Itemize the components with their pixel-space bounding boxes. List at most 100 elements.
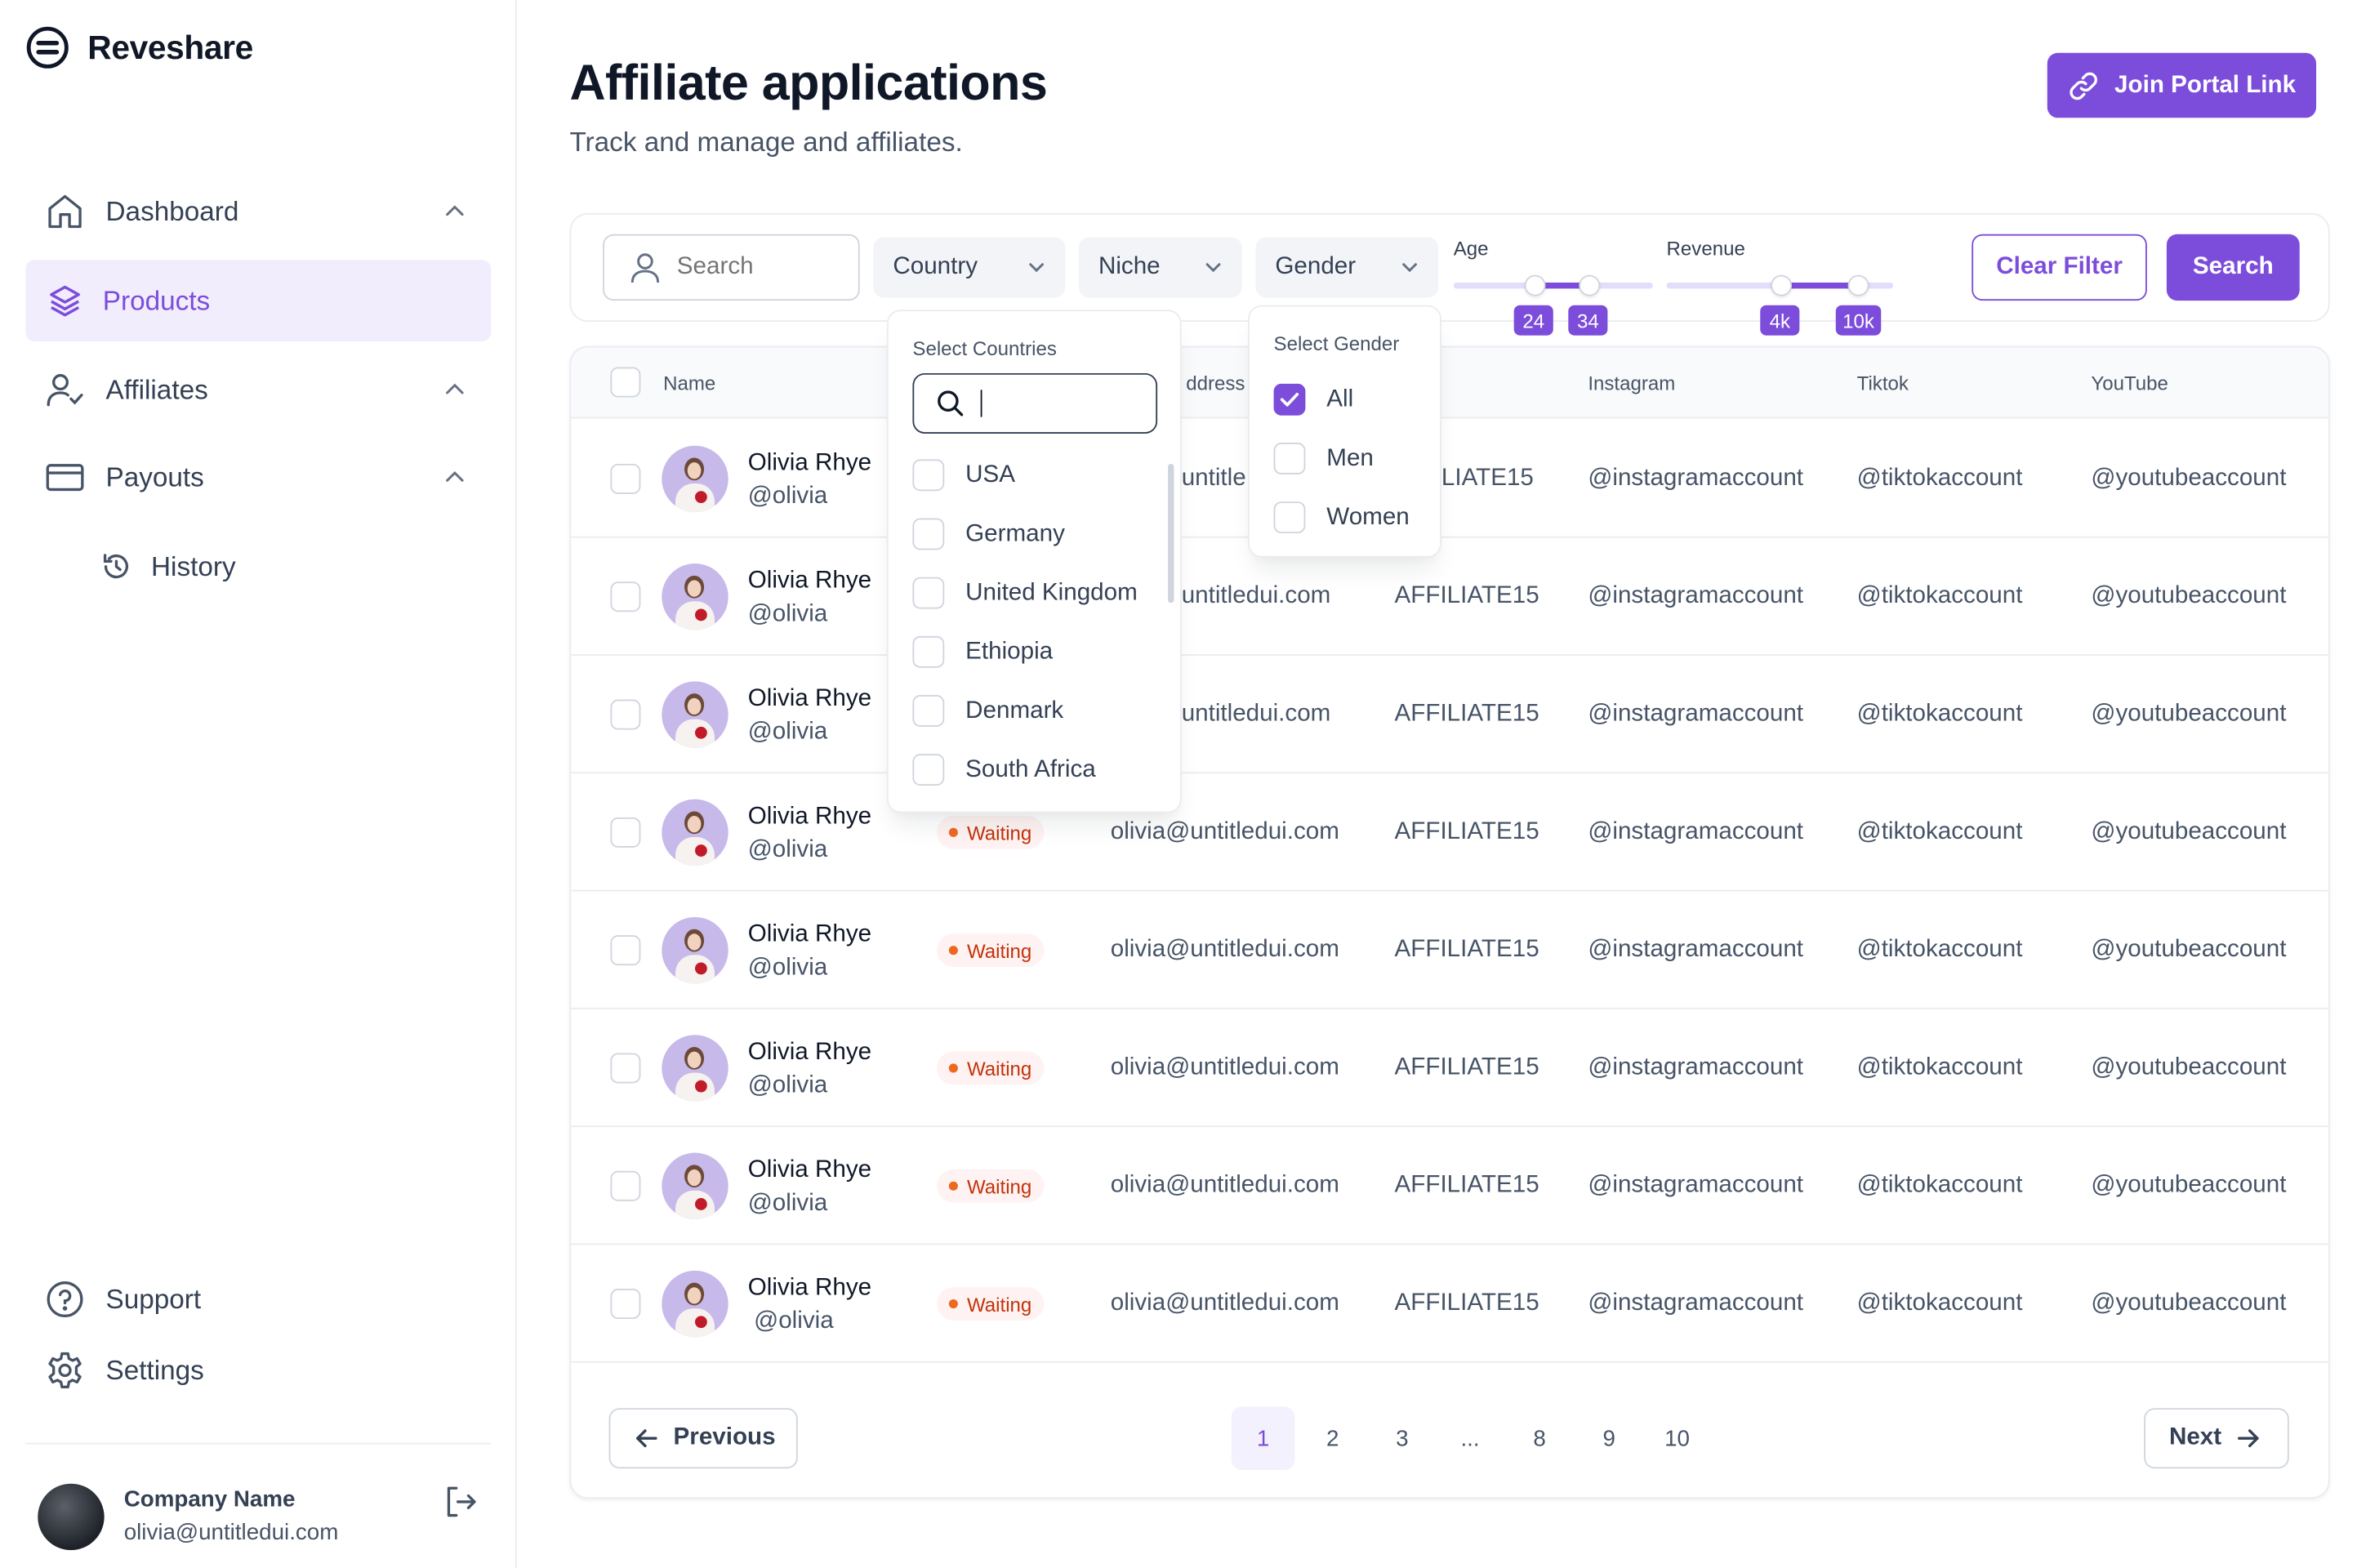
row-checkbox[interactable] xyxy=(610,817,641,848)
search-input[interactable] xyxy=(676,253,828,282)
country-option[interactable]: South Africa xyxy=(912,754,1096,786)
row-checkbox[interactable] xyxy=(610,1289,641,1320)
avatar[interactable] xyxy=(662,564,728,630)
country-option[interactable]: USA xyxy=(912,459,1015,492)
gender-select[interactable]: Gender xyxy=(1255,237,1439,298)
row-checkbox[interactable] xyxy=(610,463,641,494)
country-option[interactable]: Ethiopia xyxy=(912,635,1053,668)
nav-item-payouts[interactable]: Payouts xyxy=(25,437,491,519)
page-number-2[interactable]: 2 xyxy=(1301,1406,1365,1470)
revenue-max-handle[interactable] xyxy=(1847,274,1869,296)
country-checkbox[interactable] xyxy=(912,695,945,727)
page-number-3[interactable]: 3 xyxy=(1370,1406,1434,1470)
chevron-up-icon[interactable] xyxy=(443,199,467,224)
join-portal-link-button[interactable]: Join Portal Link xyxy=(2047,52,2317,118)
code-cell: LIATE15 xyxy=(1441,465,1534,492)
country-checkbox[interactable] xyxy=(912,459,945,492)
row-checkbox[interactable] xyxy=(610,699,641,730)
page-number-1[interactable]: 1 xyxy=(1231,1406,1295,1471)
table-row[interactable]: Olivia Rhye @olivia untitle LIATE15 @instagr… xyxy=(571,420,2328,538)
affiliate-name: Olivia Rhye xyxy=(747,568,872,595)
gender-select-label: Gender xyxy=(1275,253,1357,280)
company-avatar[interactable] xyxy=(38,1483,105,1551)
country-checkbox[interactable] xyxy=(912,577,945,609)
row-checkbox[interactable] xyxy=(610,1053,641,1084)
gender-option[interactable]: Men xyxy=(1273,443,1374,474)
avatar[interactable] xyxy=(662,799,728,866)
row-checkbox[interactable] xyxy=(610,1170,641,1201)
gear-icon xyxy=(46,1351,85,1390)
table-row[interactable]: Olivia Rhye @olivia Waiting olivia@untitled… xyxy=(571,1009,2328,1128)
page-number-10[interactable]: 10 xyxy=(1646,1406,1709,1470)
age-min-handle[interactable] xyxy=(1524,274,1546,296)
affiliate-handle: @olivia xyxy=(747,483,828,510)
logo[interactable]: Reveshare xyxy=(25,25,253,69)
table-row[interactable]: Olivia Rhye @olivia untitledui.com AFFILIAT… xyxy=(571,538,2328,656)
clear-filter-button[interactable]: Clear Filter xyxy=(1972,234,2147,301)
nav-label-affiliates: Affiliates xyxy=(105,373,208,404)
country-select[interactable]: Country xyxy=(873,237,1066,298)
country-option[interactable]: Denmark xyxy=(912,695,1063,727)
avatar[interactable] xyxy=(662,1270,728,1338)
row-checkbox[interactable] xyxy=(610,935,641,966)
avatar[interactable] xyxy=(662,1035,728,1102)
avatar[interactable] xyxy=(662,445,728,513)
logout-icon[interactable] xyxy=(443,1484,479,1520)
previous-page-button[interactable]: Previous xyxy=(608,1408,798,1469)
gender-option-label: All xyxy=(1326,385,1354,412)
page-ellipsis: ... xyxy=(1460,1425,1480,1451)
header-instagram[interactable]: Instagram xyxy=(1588,372,1675,394)
header-tiktok[interactable]: Tiktok xyxy=(1857,372,1909,394)
avatar[interactable] xyxy=(662,1152,728,1219)
country-search-input[interactable] xyxy=(912,372,1158,434)
country-checkbox[interactable] xyxy=(912,635,945,668)
nav-item-support[interactable]: Support xyxy=(25,1258,491,1340)
tiktok-cell: @tiktokaccount xyxy=(1856,1290,2023,1316)
table-row[interactable]: Olivia Rhye @olivia Waiting olivia@untitled… xyxy=(571,1245,2328,1363)
search-field[interactable] xyxy=(603,234,860,301)
revenue-min-handle[interactable] xyxy=(1771,274,1793,296)
chevron-up-icon[interactable] xyxy=(443,378,467,403)
next-page-button[interactable]: Next xyxy=(2144,1408,2289,1469)
select-all-checkbox[interactable] xyxy=(610,367,641,398)
gender-checkbox[interactable] xyxy=(1273,443,1306,474)
niche-select[interactable]: Niche xyxy=(1078,237,1242,298)
header-youtube[interactable]: YouTube xyxy=(2091,372,2168,394)
table-row[interactable]: Olivia Rhye @olivia Waiting olivia@untitled… xyxy=(571,773,2328,892)
country-checkbox[interactable] xyxy=(912,754,945,786)
app-name: Reveshare xyxy=(87,28,253,66)
avatar[interactable] xyxy=(662,916,728,984)
avatar[interactable] xyxy=(662,681,728,748)
country-checkbox[interactable] xyxy=(912,518,945,550)
row-checkbox[interactable] xyxy=(610,581,641,612)
chevron-up-icon[interactable] xyxy=(443,466,467,490)
code-cell: AFFILIATE15 xyxy=(1394,1054,1539,1080)
search-button[interactable]: Search xyxy=(2166,234,2300,301)
page-number-9[interactable]: 9 xyxy=(1577,1406,1641,1470)
table-row[interactable]: Olivia Rhye @olivia Waiting olivia@untitled… xyxy=(571,892,2328,1009)
nav-item-settings[interactable]: Settings xyxy=(25,1330,491,1411)
page-number-8[interactable]: 8 xyxy=(1508,1406,1571,1470)
nav-item-affiliates[interactable]: Affiliates xyxy=(25,349,491,430)
age-range-label: Age xyxy=(1453,237,1489,261)
header-email[interactable]: ddress xyxy=(1186,372,1245,394)
country-scrollbar[interactable] xyxy=(1168,463,1174,604)
nav-item-dashboard[interactable]: Dashboard xyxy=(25,171,491,252)
nav-item-history[interactable]: History xyxy=(100,537,236,597)
nav-item-products[interactable]: Products xyxy=(25,260,492,342)
gender-option[interactable]: All xyxy=(1273,383,1354,416)
header-name[interactable]: Name xyxy=(663,372,715,394)
gender-checkbox[interactable] xyxy=(1273,501,1306,534)
sidebar-divider xyxy=(25,1442,492,1445)
affiliate-name: Olivia Rhye xyxy=(747,1275,872,1301)
code-cell: AFFILIATE15 xyxy=(1394,1172,1539,1199)
country-option[interactable]: United Kingdom xyxy=(912,577,1138,609)
age-max-handle[interactable] xyxy=(1579,274,1601,296)
country-option[interactable]: Germany xyxy=(912,518,1065,550)
table-row[interactable]: Olivia Rhye @olivia Waiting olivia@untitled… xyxy=(571,1127,2328,1245)
gender-option[interactable]: Women xyxy=(1273,501,1410,534)
gender-checkbox[interactable] xyxy=(1273,383,1306,416)
affiliates-table: Name ddress Instagram Tiktok YouTube Oli… xyxy=(569,345,2330,1499)
country-select-label: Country xyxy=(893,253,978,280)
table-row[interactable]: Olivia Rhye @olivia untitledui.com AFFILIAT… xyxy=(571,656,2328,774)
